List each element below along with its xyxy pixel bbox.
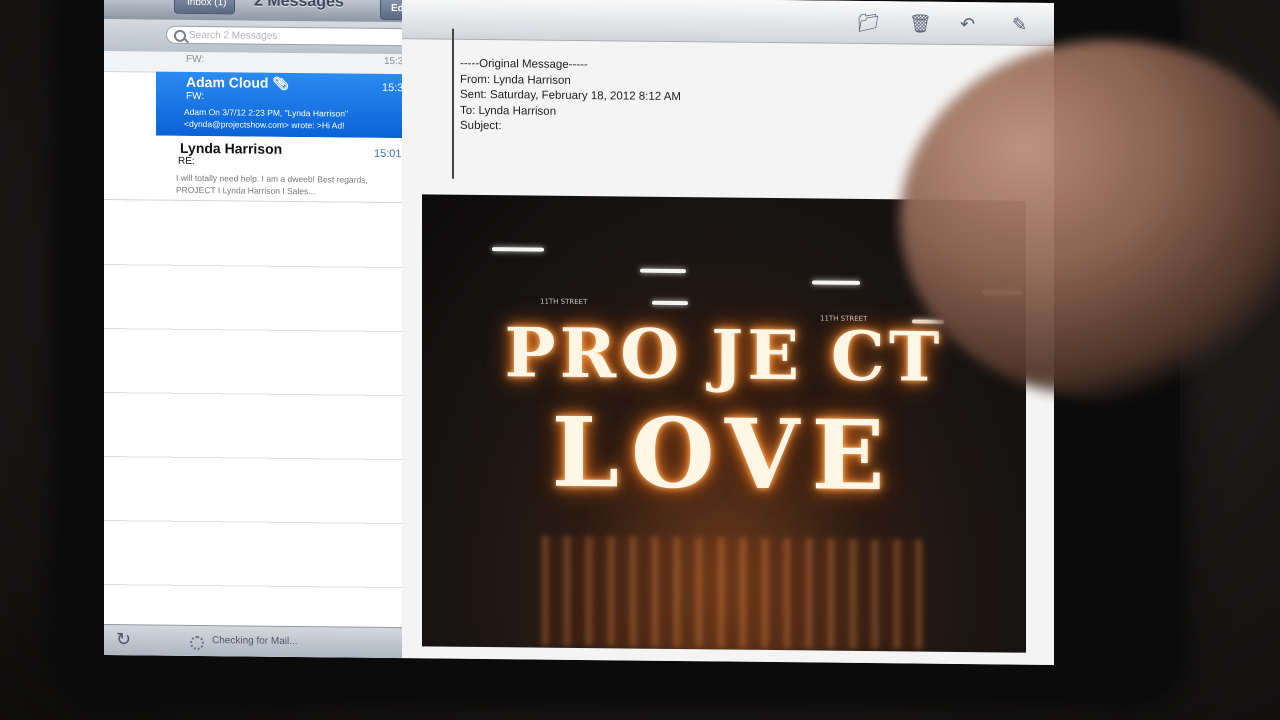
ceiling-light: [652, 300, 688, 306]
message-subject: RE:: [178, 155, 195, 167]
message-list-pane: Inbox (1) 2 Messages Edit Search 2 Messa…: [104, 0, 436, 659]
compose-icon[interactable]: ✎: [1012, 15, 1027, 36]
ceiling-light: [640, 268, 686, 274]
trash-icon[interactable]: 🗑︎: [909, 13, 932, 34]
message-sender: Lynda Harrison: [180, 139, 283, 157]
inbox-back-button[interactable]: Inbox (1): [174, 0, 236, 15]
mail-status: Checking for Mail...: [212, 635, 298, 648]
list-title: 2 Messages: [254, 0, 344, 11]
reply-icon[interactable]: ↶: [960, 14, 975, 35]
message-sender: Adam Cloud 📎︎: [186, 74, 289, 92]
search-input[interactable]: Search 2 Messages: [166, 25, 428, 47]
original-message-header: -----Original Message----- From: Lynda H…: [460, 57, 681, 137]
empty-list-area: [104, 201, 402, 595]
list-bottom-toolbar: ↻ Checking for Mail...: [104, 624, 402, 659]
quote-divider: [452, 28, 454, 179]
message-preview: Adam On 3/7/12 2:23 PM, "Lynda Harrison"…: [184, 106, 348, 131]
search-placeholder: Search 2 Messages: [189, 29, 278, 42]
attachment-icon: 📎︎: [272, 75, 289, 91]
message-subject: FW:: [186, 90, 205, 103]
folder-move-icon[interactable]: 📁︎: [857, 13, 880, 34]
message-time: 15:01: [374, 147, 402, 161]
ceiling-light: [492, 247, 544, 252]
search-icon: [174, 29, 186, 42]
original-marker: -----Original Message-----: [460, 57, 588, 72]
detail-toolbar: 📁︎ 🗑︎ ↶ ✎: [402, 0, 1054, 46]
refresh-icon[interactable]: ↻: [116, 629, 131, 650]
subject-line: Subject:: [460, 119, 502, 133]
ipad-screen: Inbox (1) 2 Messages Edit Search 2 Messa…: [104, 0, 1054, 665]
marquee-sign-line1: PRO JE CT: [504, 313, 944, 398]
list-item[interactable]: Lynda Harrison 15:01 RE: I will totally …: [104, 135, 434, 204]
small-sign: 11TH STREET: [540, 297, 588, 307]
spinner-icon: [190, 635, 204, 651]
floor-reflection: [542, 535, 922, 650]
message-preview: I will totally need help. I am a dweeb! …: [176, 172, 368, 197]
ceiling-light: [812, 280, 860, 285]
sent-line: Sent: Saturday, February 18, 2012 8:12 A…: [460, 88, 681, 104]
message-subject: FW:: [186, 53, 205, 66]
list-item-selected[interactable]: Adam Cloud 📎︎ 15:32 FW: Adam On 3/7/12 2:…: [156, 71, 436, 139]
marquee-sign-line2: LOVE: [551, 395, 897, 513]
search-bar: Search 2 Messages: [104, 19, 428, 56]
sender-name: Adam Cloud: [186, 73, 269, 91]
